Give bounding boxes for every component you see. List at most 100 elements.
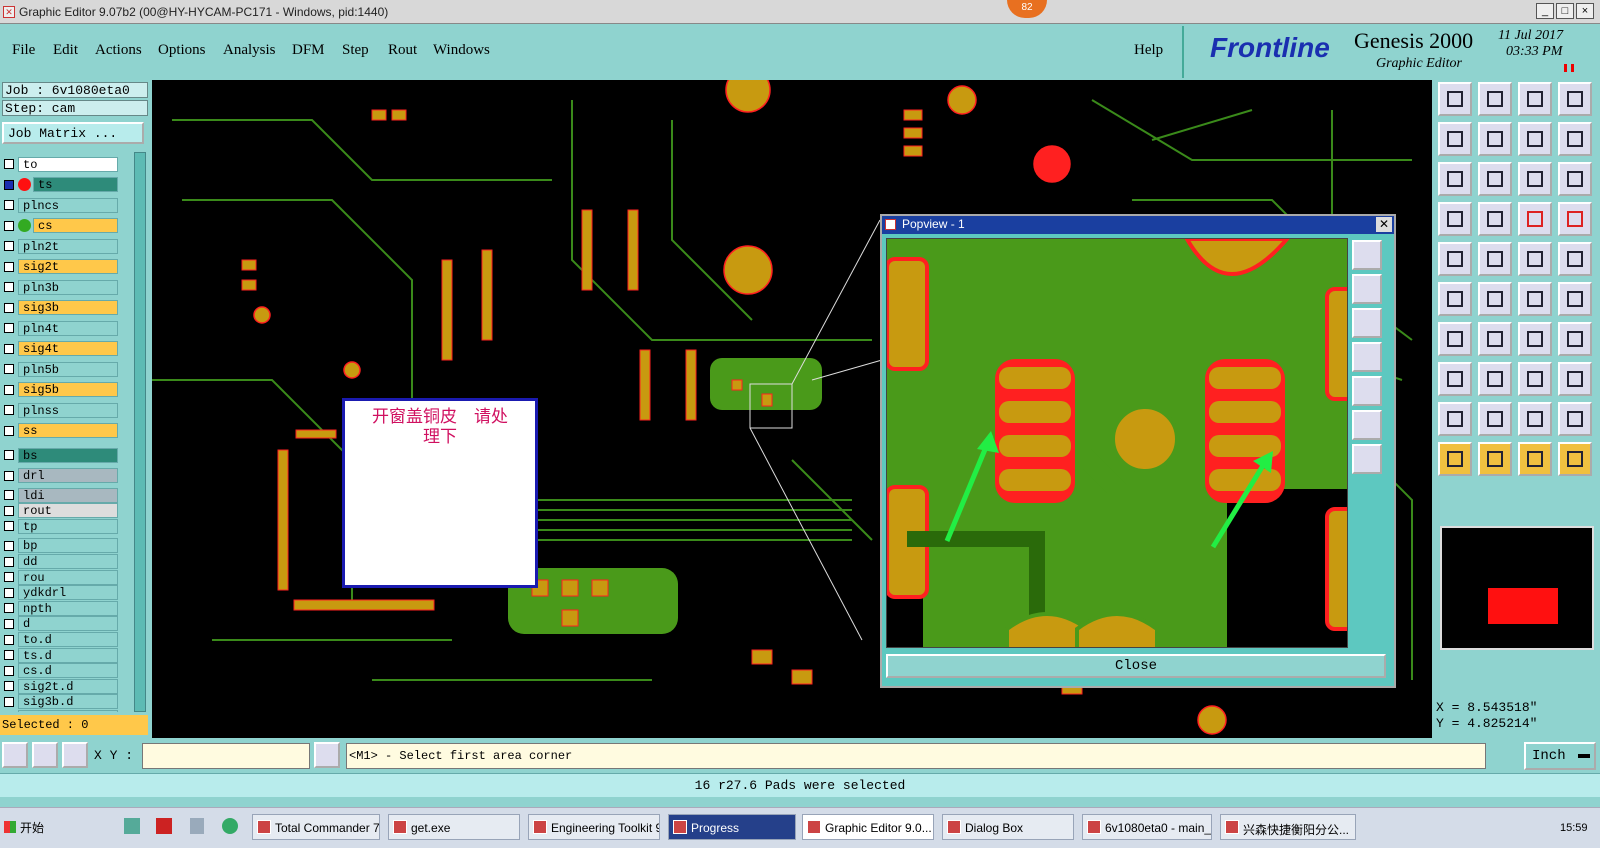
overview-map[interactable] xyxy=(1440,526,1594,650)
layer-row-to[interactable]: to xyxy=(4,156,118,172)
measure-icon[interactable] xyxy=(32,742,58,768)
units-dropdown[interactable]: Inch xyxy=(1524,742,1596,770)
cross-icon[interactable] xyxy=(1478,282,1512,316)
swap-icon[interactable] xyxy=(1518,122,1552,156)
draw-slash-icon[interactable] xyxy=(1478,322,1512,356)
menu-dfm[interactable]: DFM xyxy=(292,42,325,59)
pdf-icon[interactable] xyxy=(156,818,172,834)
menu-actions[interactable]: Actions xyxy=(95,42,142,59)
taskbar-item[interactable]: 6v1080eta0 - main_qa xyxy=(1082,814,1212,840)
popview-fit-icon[interactable] xyxy=(1352,410,1382,440)
menu-file[interactable]: File xyxy=(12,42,35,59)
layer-checkbox[interactable] xyxy=(4,323,14,333)
browser-icon[interactable] xyxy=(222,818,238,834)
palette-icon[interactable] xyxy=(1438,202,1472,236)
start-button[interactable]: 开始 xyxy=(0,814,58,842)
layer-checkbox[interactable] xyxy=(4,470,14,481)
popview-pan-down-icon[interactable] xyxy=(1352,308,1382,338)
layer-checkbox[interactable] xyxy=(4,282,14,292)
layer-checkbox[interactable] xyxy=(4,650,14,661)
layer-row-drl[interactable]: drl xyxy=(4,468,118,484)
layer-row-sig4t[interactable]: sig4t xyxy=(4,341,118,357)
layer-row-ldi[interactable]: ldi xyxy=(4,487,118,503)
measure-icon[interactable] xyxy=(1478,202,1512,236)
layer-checkbox[interactable] xyxy=(4,261,14,272)
snapshot-icon[interactable] xyxy=(1438,82,1472,116)
layer-checkbox[interactable] xyxy=(4,696,14,707)
layer-checkbox[interactable] xyxy=(4,587,14,598)
select-red-icon[interactable] xyxy=(1518,202,1552,236)
layer-checkbox[interactable] xyxy=(4,603,14,614)
menu-edit[interactable]: Edit xyxy=(53,42,78,59)
point-icon[interactable] xyxy=(1438,242,1472,276)
layer-row-dd[interactable]: dd xyxy=(4,554,118,570)
layer-row-pln2t[interactable]: pln2t xyxy=(4,238,118,254)
layer-row-npth[interactable]: npth xyxy=(4,600,118,616)
draw-line-icon[interactable] xyxy=(1438,322,1472,356)
layer-row-rout[interactable]: rout xyxy=(4,503,118,519)
popview-close-button[interactable]: Close xyxy=(886,654,1386,678)
layer-row-pln4t[interactable]: pln4t xyxy=(4,320,118,336)
layer-checkbox[interactable] xyxy=(4,241,14,251)
taskbar-item[interactable]: Total Commander 7.... xyxy=(252,814,380,840)
line-angle-icon[interactable] xyxy=(1478,242,1512,276)
menu-options[interactable]: Options xyxy=(158,42,206,59)
layer-row-cs[interactable]: cs xyxy=(4,218,118,234)
line-dot-2-icon[interactable] xyxy=(1558,282,1592,316)
triangle-4-icon[interactable] xyxy=(1558,402,1592,436)
layer-row-sig4t-d[interactable]: sig4t.d xyxy=(4,710,118,712)
grid-pad-icon[interactable] xyxy=(1558,362,1592,396)
taskbar-item[interactable]: Dialog Box xyxy=(942,814,1074,840)
layer-row-rou[interactable]: rou xyxy=(4,569,118,585)
triangle-icon[interactable] xyxy=(1438,402,1472,436)
input-mode-icon[interactable] xyxy=(314,742,340,768)
layer-row-sig3b-d[interactable]: sig3b.d xyxy=(4,694,118,710)
fit-all-icon[interactable] xyxy=(1438,162,1472,196)
layer-checkbox[interactable] xyxy=(4,200,14,210)
triangle-3-icon[interactable] xyxy=(1518,402,1552,436)
layer-checkbox[interactable] xyxy=(4,556,14,567)
grid-icon[interactable] xyxy=(62,742,88,768)
popview-close-icon[interactable]: ✕ xyxy=(1376,217,1392,232)
layer-row-sig2t[interactable]: sig2t xyxy=(4,259,118,275)
doc-icon[interactable] xyxy=(190,818,204,834)
align-icon[interactable] xyxy=(1518,362,1552,396)
question-icon[interactable] xyxy=(1558,162,1592,196)
layer-row-bs[interactable]: bs xyxy=(4,447,118,463)
popview-pan-left-icon[interactable] xyxy=(1352,342,1382,372)
maximize-button[interactable]: □ xyxy=(1556,3,1574,19)
help-icon[interactable] xyxy=(1558,122,1592,156)
cursor-3-icon[interactable] xyxy=(1518,442,1552,476)
minimize-button[interactable]: _ xyxy=(1536,3,1554,19)
layer-checkbox[interactable] xyxy=(4,681,14,692)
fit-vertical-icon[interactable] xyxy=(1478,162,1512,196)
taskbar-item[interactable]: Graphic Editor 9.0... xyxy=(802,814,934,840)
popview-zoom-icon[interactable] xyxy=(1352,240,1382,270)
xy-input[interactable] xyxy=(142,743,310,769)
cursor-4-icon[interactable] xyxy=(1558,442,1592,476)
menu-help[interactable]: Help xyxy=(1134,42,1163,59)
layer-row-to-d[interactable]: to.d xyxy=(4,632,118,648)
layer-row-d[interactable]: d xyxy=(4,616,118,632)
line-dot-icon[interactable] xyxy=(1518,282,1552,316)
cursor-2-icon[interactable] xyxy=(1478,442,1512,476)
layer-row-sig5b[interactable]: sig5b xyxy=(4,382,118,398)
multi-red-icon[interactable] xyxy=(1558,202,1592,236)
layout-icon[interactable] xyxy=(1558,82,1592,116)
layer-row-sig2t-d[interactable]: sig2t.d xyxy=(4,678,118,694)
ruler-icon[interactable] xyxy=(1518,242,1552,276)
taskbar-item[interactable]: Progress xyxy=(668,814,796,840)
paste-icon[interactable] xyxy=(1478,82,1512,116)
triangle-2-icon[interactable] xyxy=(1478,402,1512,436)
job-matrix-button[interactable]: Job Matrix ... xyxy=(2,122,144,144)
layer-checkbox[interactable] xyxy=(4,505,14,516)
taskbar-item[interactable]: get.exe xyxy=(388,814,520,840)
layer-row-pln5b[interactable]: pln5b xyxy=(4,361,118,377)
popview-pan-right-icon[interactable] xyxy=(1352,376,1382,406)
move-point-icon[interactable] xyxy=(1438,362,1472,396)
layer-checkbox[interactable] xyxy=(4,618,14,629)
layer-checkbox[interactable] xyxy=(4,159,14,169)
layer-row-ts-d[interactable]: ts.d xyxy=(4,647,118,663)
open-right-icon[interactable] xyxy=(1478,122,1512,156)
layer-checkbox[interactable] xyxy=(4,634,14,645)
